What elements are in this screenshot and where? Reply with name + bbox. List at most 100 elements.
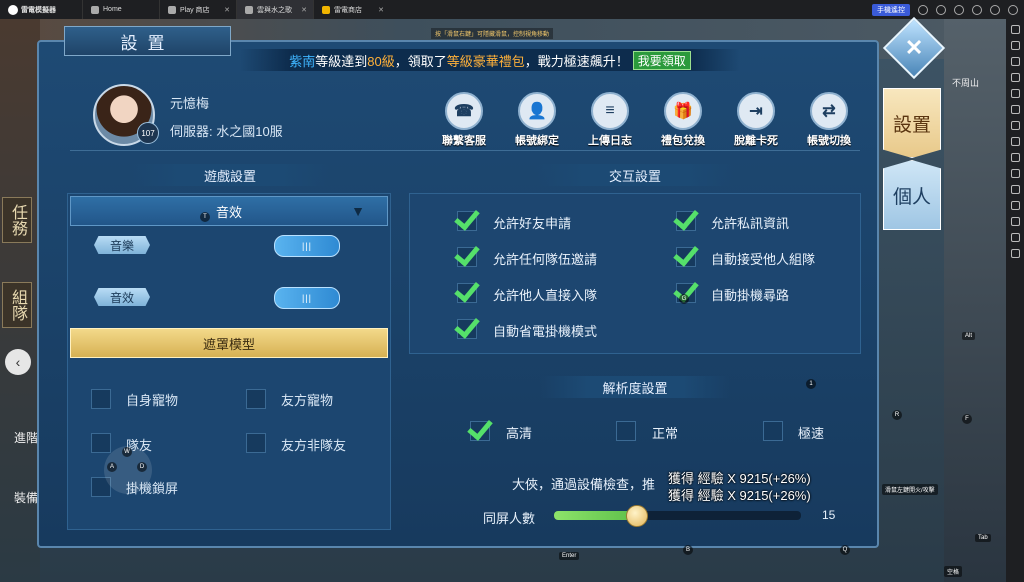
maximize-icon[interactable] [990, 4, 1000, 15]
banner-text-2: ，領取了 [394, 53, 447, 69]
sfx-toggle[interactable]: ||| [274, 287, 340, 309]
key-1-overlay: 1 [806, 379, 816, 389]
auto-accept-team-label: 自動接受他人組隊 [711, 252, 816, 267]
close-tab-icon[interactable]: ✕ [301, 6, 307, 14]
bind-account-button[interactable]: 👤 帳號綁定 [511, 92, 563, 148]
key-f-overlay: F [962, 414, 972, 424]
shake-icon[interactable] [1010, 201, 1020, 210]
menu-icon[interactable] [954, 4, 964, 15]
sound-header-label: 音效 [215, 204, 242, 220]
on-screen-count-value: 15 [822, 508, 836, 522]
sound-section-header[interactable]: 音效 ▼ [70, 196, 388, 226]
map-name: 不周山 [952, 78, 980, 88]
resolution-normal-radio[interactable] [616, 421, 636, 441]
close-tab-icon[interactable]: ✕ [224, 6, 230, 14]
sync-icon[interactable] [1010, 169, 1020, 178]
allow-direct-join-label: 允許他人直接入隊 [493, 288, 598, 303]
server-name: 伺服器: 水之國10服 [170, 124, 283, 139]
record-icon[interactable] [1010, 121, 1020, 130]
redeem-gift-button[interactable]: 🎁 禮包兌換 [657, 92, 709, 148]
gamepad-icon[interactable] [918, 4, 928, 15]
on-screen-count-label: 同屏人數 [483, 511, 536, 526]
keyboard-icon[interactable] [1010, 25, 1020, 34]
fullscreen-icon[interactable] [1010, 73, 1020, 82]
key-g-overlay: G [679, 294, 689, 304]
equipment-label[interactable]: 裝備 [14, 489, 38, 506]
advance-label[interactable]: 進階 [14, 429, 38, 446]
mask-model-header[interactable]: 遮罩模型 [70, 328, 388, 358]
friendly-pet-checkbox[interactable] [246, 389, 266, 409]
fire-hint-overlay: 滑鼠左鍵開火/攻擊 [882, 484, 938, 495]
teammate-checkbox[interactable] [91, 433, 111, 453]
close-icon[interactable] [1008, 4, 1018, 15]
banner-pack: 等級豪華禮包 [446, 53, 525, 69]
multi-instance-icon[interactable] [1010, 153, 1020, 162]
exp-reward-popup: 獲得 經驗 X 9215(+26%) [668, 488, 811, 503]
key-tab-overlay: Tab [975, 534, 991, 542]
slider-fill [554, 511, 636, 520]
power-saving-mode-checkbox[interactable] [457, 319, 477, 339]
tab-home[interactable]: Home [82, 0, 159, 19]
titlebar-controls: 手機遙控 [872, 3, 1024, 16]
power-saving-mode-label: 自動省電掛機模式 [493, 324, 598, 339]
close-tab-icon[interactable]: ✕ [378, 6, 384, 14]
collapse-left-button[interactable]: ‹ [5, 349, 31, 375]
screenshot-icon[interactable] [1010, 105, 1020, 114]
key-q-overlay: Q [840, 545, 850, 555]
minimize-icon[interactable] [972, 4, 982, 15]
tab-personal[interactable]: 個人 [883, 160, 941, 230]
resolution-hd-radio[interactable] [470, 421, 490, 441]
switch-account-button[interactable]: ⇄ 帳號切換 [803, 92, 855, 148]
apk-icon[interactable] [1010, 185, 1020, 194]
tab-play-store[interactable]: Play 商店 ✕ [159, 0, 236, 19]
unstuck-button[interactable]: ⇥ 脫離卡死 [730, 92, 782, 148]
allow-private-message-label: 允許私訊資訊 [711, 216, 790, 231]
location-icon[interactable] [1010, 233, 1020, 242]
friendly-non-teammate-label: 友方非隊友 [281, 438, 347, 453]
emulator-sidebar [1006, 19, 1024, 582]
allow-private-message-checkbox[interactable] [676, 211, 696, 231]
tab-ld-store-label: 雷電商店 [334, 6, 362, 14]
tab-play-store-label: Play 商店 [180, 6, 210, 14]
resolution-normal-label: 正常 [652, 426, 679, 441]
more-icon[interactable] [1010, 249, 1020, 258]
team-side-button[interactable]: 組隊 [2, 282, 32, 328]
music-toggle[interactable]: ||| [274, 235, 340, 257]
slider-handle[interactable] [625, 505, 648, 527]
mouse-hint: 按「滑鼠右鍵」可隱藏滑鼠，控制視角移動 [431, 28, 554, 39]
account-icon[interactable] [936, 4, 946, 15]
volume-up-icon[interactable] [1010, 41, 1020, 50]
close-icon: ✕ [904, 35, 924, 60]
claim-button[interactable]: 我要領取 [632, 50, 691, 70]
chevron-down-icon: ▼ [351, 203, 365, 219]
allow-friend-request-checkbox[interactable] [457, 211, 477, 231]
auto-accept-team-checkbox[interactable] [676, 247, 696, 267]
contact-support-button[interactable]: ☎ 聯繫客服 [438, 92, 490, 148]
allow-team-invite-label: 允許任何隊伍邀請 [493, 252, 598, 267]
switch-icon: ⇄ [810, 92, 848, 130]
tab-settings[interactable]: 設置 [883, 88, 941, 158]
friendly-non-teammate-checkbox[interactable] [246, 433, 266, 453]
exit-icon: ⇥ [737, 92, 775, 130]
upload-log-button[interactable]: ≡ 上傳日志 [584, 92, 636, 148]
key-space-overlay: 空格 [944, 566, 963, 577]
level-badge: 107 [137, 122, 159, 144]
self-pet-label: 自身寵物 [126, 393, 179, 408]
panel-title: 設置 [64, 26, 231, 56]
volume-down-icon[interactable] [1010, 57, 1020, 66]
rotate-icon[interactable] [1010, 89, 1020, 98]
allow-team-invite-checkbox[interactable] [457, 247, 477, 267]
interaction-settings-title: 交互設置 [535, 164, 735, 186]
tab-ld-store[interactable]: 雷電商店 ✕ [313, 0, 390, 19]
allow-direct-join-checkbox[interactable] [457, 283, 477, 303]
resolution-fast-radio[interactable] [763, 421, 783, 441]
folder-icon[interactable] [1010, 217, 1020, 226]
self-pet-checkbox[interactable] [91, 389, 111, 409]
cut-icon[interactable] [1010, 137, 1020, 146]
resolution-hd-label: 高清 [506, 426, 533, 441]
on-screen-count-slider[interactable] [554, 505, 801, 527]
ldplayer-logo-icon [8, 4, 18, 15]
remote-control-button[interactable]: 手機遙控 [872, 3, 910, 16]
task-side-button[interactable]: 任務 [2, 197, 32, 243]
tab-game[interactable]: 雲與水之歌 ✕ [236, 0, 313, 19]
